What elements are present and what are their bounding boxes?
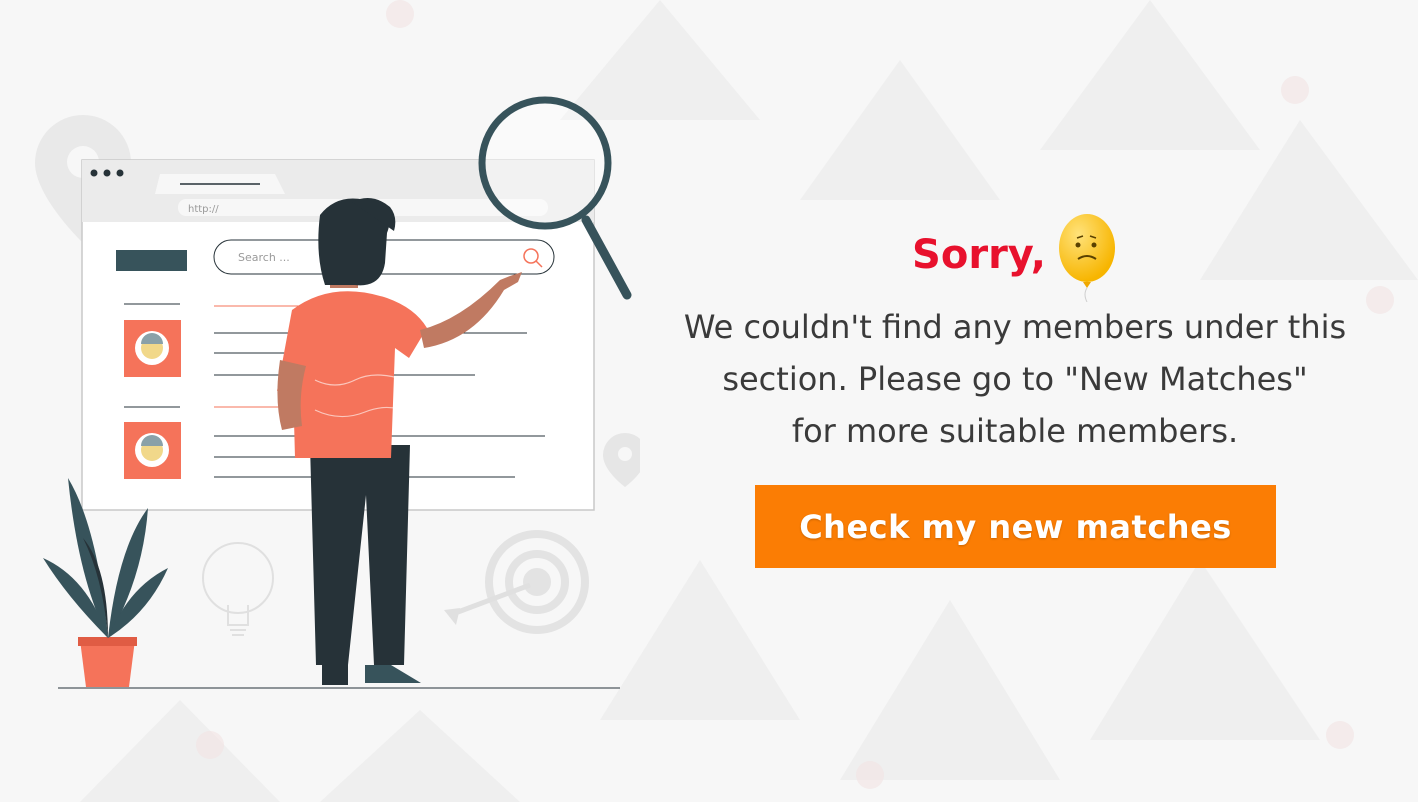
svg-text:Search ...: Search ... xyxy=(238,251,290,264)
check-new-matches-button[interactable]: Check my new matches xyxy=(755,485,1276,568)
lightbulb-icon xyxy=(202,542,274,636)
body-line-3: for more suitable members. xyxy=(791,412,1239,450)
sorry-heading: Sorry, xyxy=(912,232,1046,278)
location-pin-small-icon xyxy=(603,433,640,487)
body-line-2: section. Please go to "New Matches" xyxy=(722,360,1308,398)
sad-balloon-icon xyxy=(1058,214,1115,302)
empty-state-message: Sorry, We couldn't find any members unde… xyxy=(640,214,1390,457)
search-illustration: http:// Search ... xyxy=(35,96,640,689)
svg-text:http://: http:// xyxy=(188,204,219,215)
target-icon xyxy=(485,530,589,634)
body-line-1: We couldn't find any members under this xyxy=(683,308,1347,346)
empty-state-body: We couldn't find any members under this … xyxy=(640,301,1390,457)
